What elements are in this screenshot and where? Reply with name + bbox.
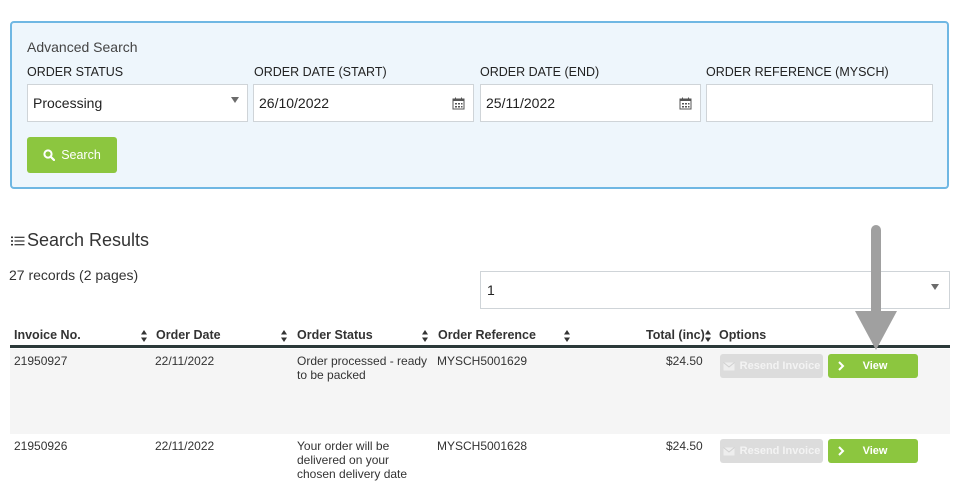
order-date-end-label: ORDER DATE (END): [480, 65, 600, 79]
order-status-value: Processing: [33, 95, 103, 111]
order-reference: MYSCH5001629: [437, 354, 528, 368]
order-date-start-value: 26/10/2022: [259, 95, 330, 111]
invoice-no: 21950926: [14, 439, 68, 453]
chevron-down-icon: [931, 284, 939, 290]
sort-icon[interactable]: [704, 329, 712, 343]
invoice-no: 21950927: [14, 354, 68, 368]
sort-icon[interactable]: [421, 329, 429, 343]
calendar-icon[interactable]: [679, 97, 692, 110]
column-header-total[interactable]: Total (inc): [646, 328, 705, 342]
resend-invoice-label: Resend Invoice: [739, 445, 821, 457]
order-date-end-input[interactable]: 25/11/2022: [480, 84, 701, 122]
order-status: Your order will be delivered on your cho…: [297, 439, 408, 481]
envelope-icon: [722, 446, 735, 455]
search-icon: [43, 149, 56, 161]
annotation-arrow-icon: [855, 225, 897, 350]
order-reference-input[interactable]: [706, 84, 933, 122]
column-header-order-reference[interactable]: Order Reference: [438, 328, 536, 342]
chevron-right-icon: [838, 361, 845, 371]
resend-invoice-label: Resend Invoice: [739, 360, 821, 372]
view-label: View: [862, 445, 888, 457]
search-results-title: Search Results: [27, 230, 150, 250]
results-table-header: Invoice No. Order Date Order Status Orde…: [10, 326, 950, 348]
sort-icon[interactable]: [140, 329, 148, 343]
column-header-order-status[interactable]: Order Status: [297, 328, 373, 342]
order-reference-label: ORDER REFERENCE (MYSCH): [706, 65, 889, 79]
advanced-search-title: Advanced Search: [27, 39, 138, 55]
column-header-invoice-no[interactable]: Invoice No.: [14, 328, 81, 342]
resend-invoice-button[interactable]: Resend Invoice: [720, 354, 823, 378]
order-reference: MYSCH5001628: [437, 439, 528, 453]
order-total: $24.50: [666, 439, 703, 453]
chevron-right-icon: [838, 446, 845, 456]
list-icon: [11, 236, 25, 245]
column-header-order-date[interactable]: Order Date: [156, 328, 221, 342]
view-button[interactable]: View: [828, 439, 918, 463]
order-date-start-input[interactable]: 26/10/2022: [253, 84, 474, 122]
search-button[interactable]: Search: [27, 137, 117, 173]
order-date-start-label: ORDER DATE (START): [254, 65, 387, 79]
order-status-label: ORDER STATUS: [27, 65, 124, 79]
envelope-icon: [722, 361, 735, 370]
view-label: View: [862, 360, 888, 372]
calendar-icon[interactable]: [452, 97, 465, 110]
order-status-select[interactable]: Processing: [27, 84, 248, 122]
order-status: Order processed - ready to be packed: [297, 354, 428, 382]
order-total: $24.50: [666, 354, 703, 368]
resend-invoice-button[interactable]: Resend Invoice: [720, 439, 823, 463]
order-date-end-value: 25/11/2022: [486, 95, 556, 111]
sort-icon[interactable]: [280, 329, 288, 343]
order-date: 22/11/2022: [155, 439, 215, 453]
order-date: 22/11/2022: [155, 354, 215, 368]
column-header-options: Options: [719, 328, 767, 342]
table-row: 21950927 22/11/2022 Order processed - re…: [10, 349, 950, 434]
search-button-label: Search: [61, 148, 101, 162]
view-button[interactable]: View: [828, 354, 918, 378]
advanced-search-panel: Advanced Search ORDER STATUS Processing …: [10, 21, 949, 189]
table-row: 21950926 22/11/2022 Your order will be d…: [10, 434, 950, 500]
records-summary: 27 records (2 pages): [9, 267, 139, 283]
search-results-heading: Search Results: [11, 230, 149, 251]
chevron-down-icon: [231, 97, 239, 103]
sort-icon[interactable]: [563, 329, 571, 343]
